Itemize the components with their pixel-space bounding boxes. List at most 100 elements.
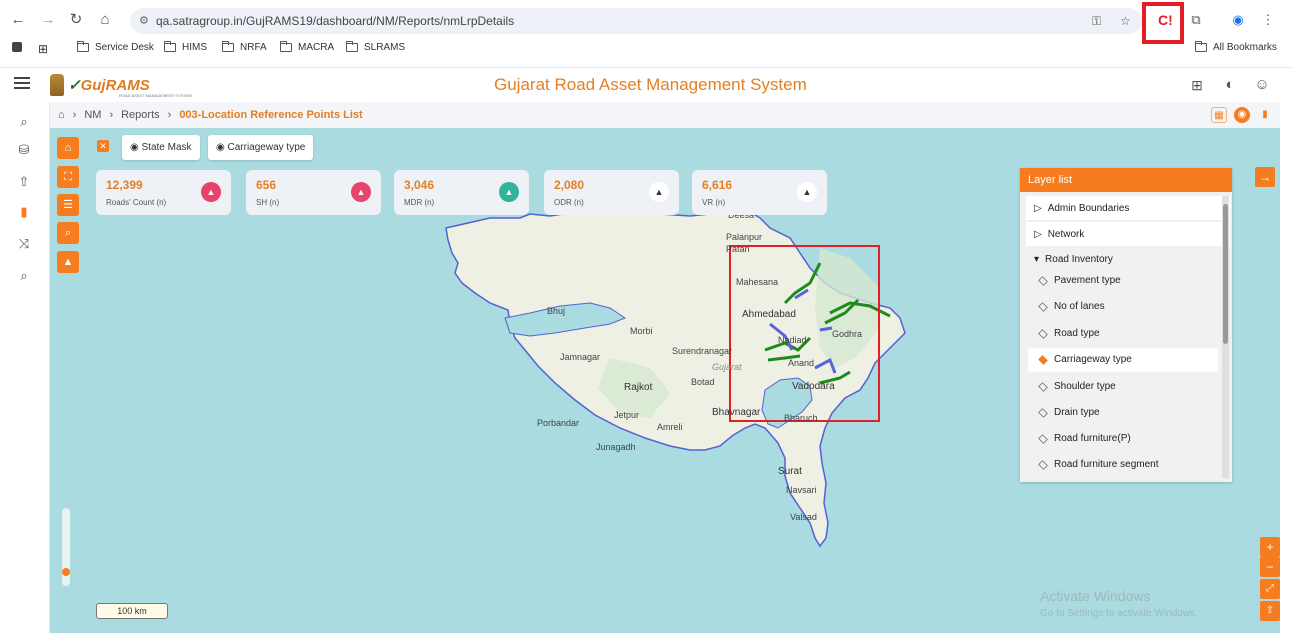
city-label: Jetpur xyxy=(614,410,639,420)
user-icon[interactable]: ☺ xyxy=(1252,75,1272,95)
layer-section-road-inventory[interactable]: ▾ Road Inventory xyxy=(1034,254,1113,265)
folder-icon xyxy=(76,41,89,52)
all-bookmarks[interactable]: All Bookmarks xyxy=(1194,41,1277,53)
breadcrumb-nm[interactable]: NM xyxy=(84,109,101,121)
layer-item-road-furniture-p[interactable]: Road furniture(P) xyxy=(1038,433,1131,444)
bookmark-service-desk[interactable]: Service Desk xyxy=(76,41,154,53)
reports-chart-icon[interactable]: ▮ xyxy=(14,202,34,222)
app-logo[interactable]: ✓GujRAMS ROAD ASSET MANAGEMENT SYSTEM xyxy=(50,73,192,98)
profile-icon[interactable]: ◉ xyxy=(1228,10,1248,30)
home-icon[interactable]: ⌂ xyxy=(95,10,115,30)
apps-grid-icon[interactable]: ⊞ xyxy=(1187,75,1207,95)
stat-label: SH (n) xyxy=(256,198,280,207)
city-label: Porbandar xyxy=(537,418,579,428)
upload-icon[interactable]: ⇧ xyxy=(14,172,34,192)
zoom-out-icon[interactable]: − xyxy=(1260,557,1280,577)
stat-card-vr[interactable]: 6,616 VR (n) ▲ xyxy=(692,170,827,215)
carriageway-type-chip[interactable]: ◉ Carriageway type xyxy=(208,135,314,160)
database-icon[interactable]: ⛁ xyxy=(14,140,34,160)
fullscreen-icon[interactable]: ⛶ xyxy=(57,166,79,188)
bookmark-star-icon[interactable]: ☆ xyxy=(1120,8,1131,34)
layer-section-network[interactable]: ▷ Network xyxy=(1026,222,1230,246)
layer-list-scrollbar[interactable] xyxy=(1222,196,1229,478)
reset-north-icon[interactable]: ⇧ xyxy=(1260,601,1280,621)
bookmark-slrams[interactable]: SLRAMS xyxy=(345,41,405,53)
forward-icon[interactable]: → xyxy=(38,10,58,30)
apps-grid-icon[interactable]: ⊞ xyxy=(38,42,48,56)
stat-value: 6,616 xyxy=(702,178,733,192)
password-key-icon[interactable]: ⚿ xyxy=(1092,8,1101,34)
city-label: Bharuch xyxy=(784,413,818,423)
search-icon[interactable]: ⌕ xyxy=(14,112,34,132)
hamburger-menu-icon[interactable] xyxy=(14,77,30,89)
list-icon[interactable]: ☰ xyxy=(57,194,79,216)
folder-icon xyxy=(1194,41,1207,52)
layer-item-road-type[interactable]: Road type xyxy=(1038,328,1100,339)
home-map-icon[interactable]: ⌂ xyxy=(57,137,79,159)
state-mask-chip[interactable]: ◉ State Mask xyxy=(122,135,200,160)
reload-icon[interactable]: ↻ xyxy=(66,10,86,30)
zoom-search-icon[interactable]: ⌕ xyxy=(14,266,34,286)
stat-card-sh[interactable]: 656 SH (n) ▲ xyxy=(246,170,381,215)
bookmark-app-square-icon[interactable] xyxy=(12,42,22,52)
search-map-icon[interactable]: ⌕ xyxy=(57,222,79,244)
breadcrumb-reports[interactable]: Reports xyxy=(121,109,160,121)
zoom-slider-knob[interactable] xyxy=(62,568,70,576)
stat-label: Roads' Count (n) xyxy=(106,198,167,207)
bookmark-macra[interactable]: MACRA xyxy=(279,41,334,53)
stat-label: MDR (n) xyxy=(404,198,435,207)
eye-icon: ◉ xyxy=(216,142,228,153)
stat-value: 2,080 xyxy=(554,178,585,192)
chevron-right-icon: ▷ xyxy=(1034,202,1042,214)
stat-label: VR (n) xyxy=(702,198,726,207)
chevron-right-icon: ▷ xyxy=(1034,228,1042,240)
city-label: Palanpur xyxy=(726,232,762,242)
site-settings-icon[interactable]: ⚙ xyxy=(139,8,149,34)
extension-icon[interactable]: C! xyxy=(1158,12,1173,28)
city-label: Mahesana xyxy=(736,277,778,287)
shuffle-icon[interactable]: ⤨ xyxy=(14,234,34,254)
stat-card-roads-count[interactable]: 12,399 Roads' Count (n) ▲ xyxy=(96,170,231,215)
layers-icon[interactable]: ▲ xyxy=(57,251,79,273)
layer-item-pavement-type[interactable]: Pavement type xyxy=(1038,275,1121,286)
watermark-title: Activate Windows xyxy=(1040,588,1151,604)
stat-card-odr[interactable]: 2,080 ODR (n) ▲ xyxy=(544,170,679,215)
layer-item-no-of-lanes[interactable]: No of lanes xyxy=(1038,301,1105,312)
map-view-icon[interactable]: ◉ xyxy=(1234,107,1250,123)
collapse-panel-arrow-icon[interactable]: → xyxy=(1255,167,1275,187)
map-panel[interactable]: Deesa Palanpur Patan Mahesana Ahmedabad … xyxy=(50,128,1280,633)
layer-item-carriageway-type[interactable]: Carriageway type xyxy=(1038,354,1132,365)
city-label: Bhuj xyxy=(547,306,565,316)
zoom-slider[interactable] xyxy=(62,508,70,586)
layer-item-drain-type[interactable]: Drain type xyxy=(1038,407,1100,418)
layer-section-admin-boundaries[interactable]: ▷ Admin Boundaries xyxy=(1026,196,1230,220)
layer-stack-icon xyxy=(1038,301,1048,312)
grid-view-icon[interactable]: ▦ xyxy=(1211,107,1227,123)
layer-stack-icon xyxy=(1038,459,1048,470)
city-label: Surendranagar xyxy=(672,346,732,356)
expand-icon[interactable]: ⤢ xyxy=(1260,579,1280,599)
activate-windows-watermark: Activate Windows Go to Settings to activ… xyxy=(1040,588,1198,619)
layer-item-shoulder-type[interactable]: Shoulder type xyxy=(1038,381,1116,392)
chevron-right-icon: › xyxy=(167,109,172,121)
bookmark-nrfa[interactable]: NRFA xyxy=(221,41,267,53)
chart-view-icon[interactable]: ▮ xyxy=(1257,107,1273,123)
stat-card-mdr[interactable]: 3,046 MDR (n) ▲ xyxy=(394,170,529,215)
zoom-in-icon[interactable]: + xyxy=(1260,537,1280,557)
chevron-right-icon: › xyxy=(72,109,77,121)
layer-stack-icon xyxy=(1038,328,1048,339)
extensions-puzzle-icon[interactable]: ⧉ xyxy=(1186,10,1206,30)
city-label: Junagadh xyxy=(596,442,636,452)
menu-kebab-icon[interactable]: ⋮ xyxy=(1258,10,1278,30)
city-label: Godhra xyxy=(832,329,862,339)
scrollbar-thumb[interactable] xyxy=(1223,204,1228,344)
layer-stack-icon xyxy=(1038,381,1048,392)
home-icon[interactable]: ⌂ xyxy=(58,109,65,121)
back-icon[interactable]: ← xyxy=(8,10,28,30)
layer-item-road-furniture-segment[interactable]: Road furniture segment xyxy=(1038,459,1159,470)
address-bar[interactable]: ⚙ qa.satragroup.in/GujRAMS19/dashboard/N… xyxy=(130,8,1142,34)
logo-subtitle: ROAD ASSET MANAGEMENT SYSTEM xyxy=(119,93,192,98)
close-filter-icon[interactable]: ✕ xyxy=(97,140,109,152)
theme-palette-icon[interactable]: ◐ xyxy=(1220,75,1240,95)
bookmark-hims[interactable]: HIMS xyxy=(163,41,207,53)
